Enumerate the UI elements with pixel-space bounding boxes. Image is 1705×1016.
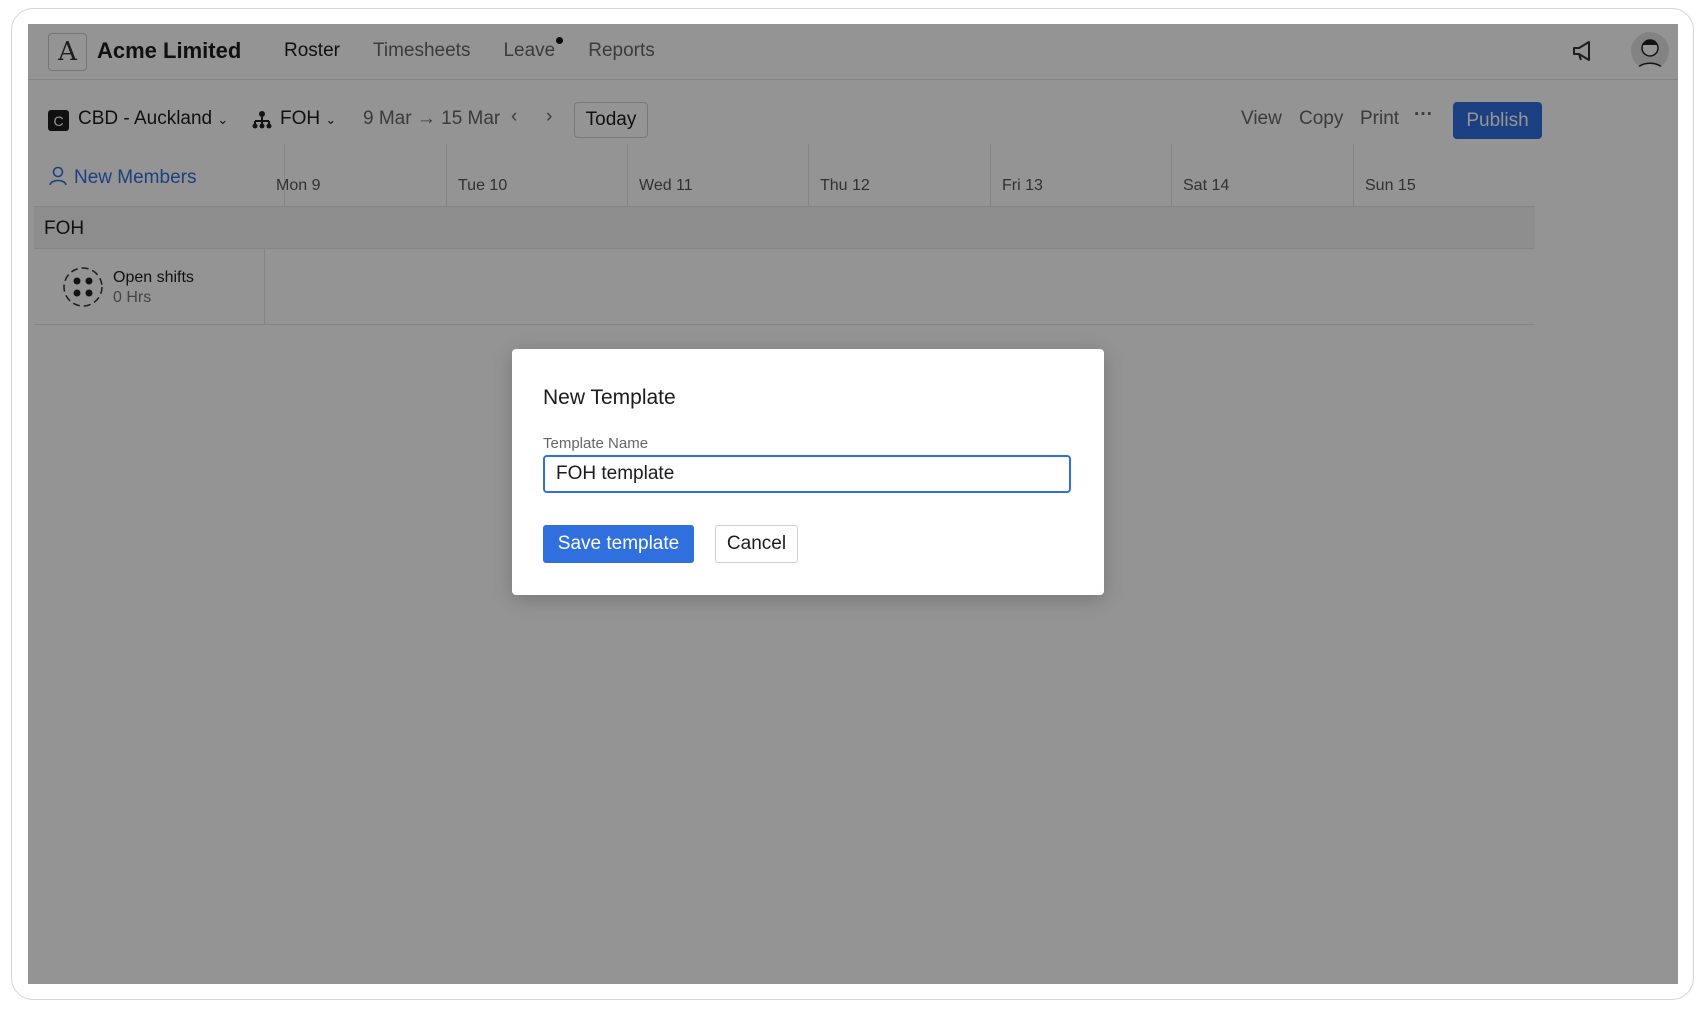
dialog-title: New Template bbox=[543, 386, 676, 409]
save-template-button[interactable]: Save template bbox=[543, 525, 694, 563]
new-template-dialog: New Template Template Name Save template… bbox=[512, 349, 1104, 595]
template-name-input[interactable] bbox=[543, 455, 1071, 493]
template-name-label: Template Name bbox=[543, 435, 649, 452]
cancel-button[interactable]: Cancel bbox=[715, 525, 798, 563]
